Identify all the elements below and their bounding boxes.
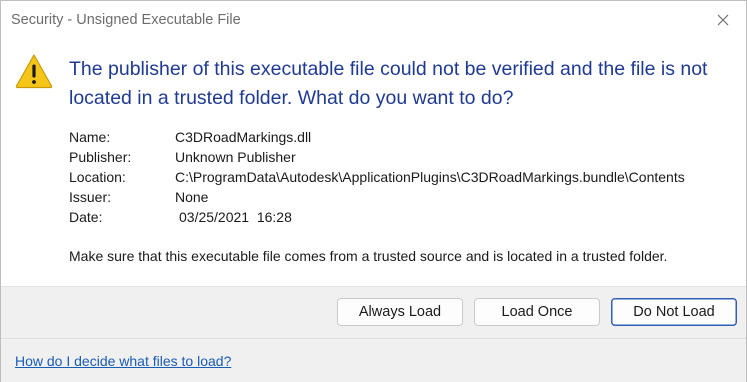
issuer-value: None xyxy=(175,189,209,205)
detail-row-issuer: Issuer: None xyxy=(69,187,685,207)
security-dialog: Security - Unsigned Executable File The … xyxy=(0,0,747,382)
message-headline: The publisher of this executable file co… xyxy=(69,58,708,109)
date-value: 03/25/2021 16:28 xyxy=(179,209,292,225)
file-details: Name: C3DRoadMarkings.dll Publisher: Unkno… xyxy=(69,127,685,227)
title-bar: Security - Unsigned Executable File xyxy=(1,1,746,39)
dialog-footer: Always Load Load Once Do Not Load How do… xyxy=(1,286,746,382)
date-label: Date: xyxy=(69,209,103,225)
warning-icon xyxy=(15,54,53,89)
location-value: C:\ProgramData\Autodesk\ApplicationPlugi… xyxy=(175,169,685,185)
advice-text: Make sure that this executable file come… xyxy=(69,248,668,264)
publisher-value: Unknown Publisher xyxy=(175,149,296,165)
name-value: C3DRoadMarkings.dll xyxy=(175,129,312,145)
detail-row-publisher: Publisher: Unknown Publisher xyxy=(69,147,685,167)
issuer-label: Issuer: xyxy=(69,189,112,205)
name-label: Name: xyxy=(69,129,111,145)
window-title: Security - Unsigned Executable File xyxy=(11,12,241,28)
help-link[interactable]: How do I decide what files to load? xyxy=(15,353,231,369)
detail-row-date: Date: 03/25/2021 16:28 xyxy=(69,207,685,227)
do-not-load-button[interactable]: Do Not Load xyxy=(611,298,737,326)
load-once-button[interactable]: Load Once xyxy=(474,298,600,326)
publisher-label: Publisher: xyxy=(69,149,132,165)
location-label: Location: xyxy=(69,169,126,185)
close-button[interactable] xyxy=(700,1,746,39)
close-icon xyxy=(717,14,729,26)
detail-row-location: Location: C:\ProgramData\Autodesk\Applica… xyxy=(69,167,685,187)
footer-divider xyxy=(1,338,746,339)
always-load-button[interactable]: Always Load xyxy=(337,298,463,326)
detail-row-name: Name: C3DRoadMarkings.dll xyxy=(69,127,685,147)
